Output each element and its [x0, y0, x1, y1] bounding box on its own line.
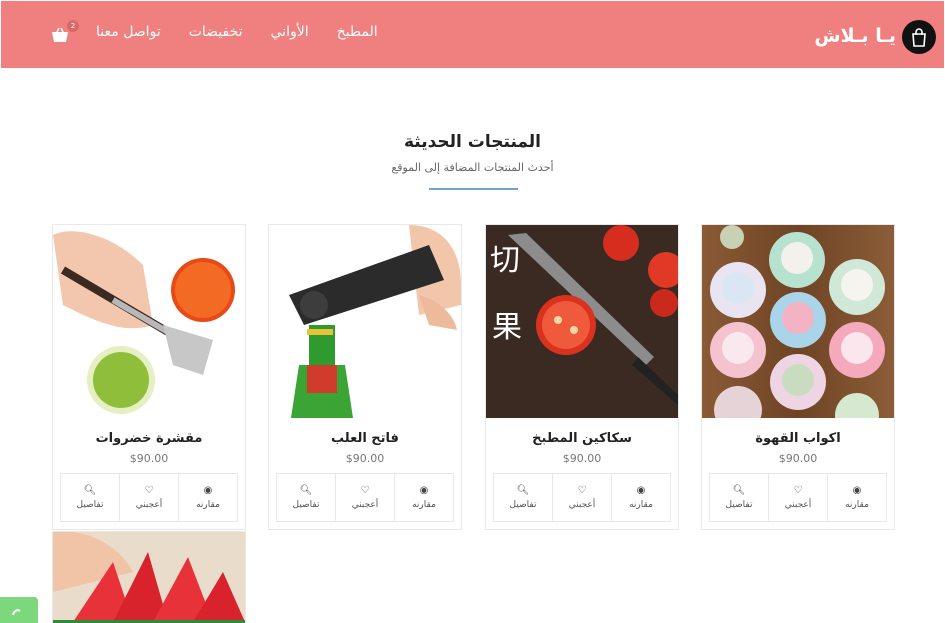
product-price: $90.00: [345, 452, 385, 465]
title-divider: [429, 188, 518, 190]
compare-label: مقارنه: [196, 499, 220, 510]
compare-button[interactable]: ◉ مقارنه: [394, 474, 453, 521]
product-image[interactable]: [269, 225, 461, 418]
product-price: $90.00: [778, 452, 818, 465]
shopping-bag-icon: [902, 20, 936, 54]
like-label: أعجبني: [135, 499, 163, 510]
nav-item-kitchen[interactable]: المطبخ: [337, 24, 378, 40]
product-card[interactable]: اكواب القهوة $90.00 🔍︎ تفاصيل ♡ أعجبني ◉…: [701, 224, 895, 530]
product-image[interactable]: [53, 532, 245, 623]
compare-button[interactable]: ◉ مقارنه: [611, 474, 670, 521]
heart-icon: ♡: [793, 484, 803, 496]
compare-button[interactable]: ◉ مقارنه: [827, 474, 886, 521]
details-button[interactable]: 🔍︎ تفاصيل: [710, 474, 768, 521]
section-subtitle: أحدث المنتجات المضافة إلى الموقع: [391, 161, 554, 174]
cart-count-badge: 2: [67, 20, 79, 32]
product-card[interactable]: مقشرة خضروات $90.00 🔍︎ تفاصيل ♡ أعجبني ◉…: [52, 224, 246, 530]
details-label: تفاصيل: [509, 499, 537, 510]
brand[interactable]: يـا بـلاش: [814, 19, 936, 54]
product-name[interactable]: مقشرة خضروات: [53, 431, 245, 446]
main-menu: المطبخ الأواني تخفيضات تواصل معنا: [96, 24, 378, 40]
product-card[interactable]: فاتح العلب $90.00 🔍︎ تفاصيل ♡ أعجبني ◉ م…: [268, 224, 462, 530]
details-button[interactable]: 🔍︎ تفاصيل: [494, 474, 552, 521]
like-label: أعجبني: [784, 499, 812, 510]
nav-item-discounts[interactable]: تخفيضات: [189, 24, 243, 40]
like-button[interactable]: ♡ أعجبني: [335, 474, 394, 521]
eye-icon: ◉: [203, 484, 213, 496]
compare-label: مقارنه: [412, 499, 436, 510]
product-actions: 🔍︎ تفاصيل ♡ أعجبني ◉ مقارنه: [276, 473, 454, 522]
heart-icon: ♡: [577, 484, 587, 496]
product-price: $90.00: [129, 452, 169, 465]
compare-label: مقارنه: [629, 499, 653, 510]
cart-icon[interactable]: [51, 27, 69, 43]
heart-icon: ♡: [144, 484, 154, 496]
product-actions: 🔍︎ تفاصيل ♡ أعجبني ◉ مقارنه: [493, 473, 671, 522]
top-navbar: يـا بـلاش المطبخ الأواني تخفيضات تواصل م…: [1, 1, 944, 68]
details-label: تفاصيل: [725, 499, 753, 510]
like-button[interactable]: ♡ أعجبني: [119, 474, 178, 521]
like-button[interactable]: ♡ أعجبني: [768, 474, 827, 521]
product-name[interactable]: سكاكين المطبخ: [486, 431, 678, 446]
product-price: $90.00: [562, 452, 602, 465]
product-name[interactable]: فاتح العلب: [269, 431, 461, 446]
details-button[interactable]: 🔍︎ تفاصيل: [61, 474, 119, 521]
heart-icon: ♡: [360, 484, 370, 496]
nav-item-utensils[interactable]: الأواني: [271, 24, 309, 40]
search-icon: 🔍︎: [83, 484, 97, 496]
eye-icon: ◉: [852, 484, 862, 496]
product-actions: 🔍︎ تفاصيل ♡ أعجبني ◉ مقارنه: [709, 473, 887, 522]
product-card-partial[interactable]: [52, 531, 246, 623]
section-title: المنتجات الحديثة: [403, 132, 542, 152]
search-icon: 🔍︎: [516, 484, 530, 496]
search-icon: 🔍︎: [299, 484, 313, 496]
eye-icon: ◉: [419, 484, 429, 496]
product-image[interactable]: [702, 225, 894, 418]
details-label: تفاصيل: [76, 499, 104, 510]
phone-icon: [12, 609, 21, 616]
nav-item-contact[interactable]: تواصل معنا: [96, 24, 161, 40]
like-button[interactable]: ♡ أعجبني: [552, 474, 611, 521]
compare-button[interactable]: ◉ مقارنه: [178, 474, 237, 521]
svg-text:果: 果: [492, 310, 522, 345]
like-label: أعجبني: [568, 499, 596, 510]
like-label: أعجبني: [351, 499, 379, 510]
product-card[interactable]: 切 果 سكاكين المطبخ $90.00 🔍︎ تفاصيل ♡ أعج…: [485, 224, 679, 530]
product-actions: 🔍︎ تفاصيل ♡ أعجبني ◉ مقارنه: [60, 473, 238, 522]
whatsapp-button[interactable]: [0, 597, 38, 623]
search-icon: 🔍︎: [732, 484, 746, 496]
compare-label: مقارنه: [845, 499, 869, 510]
product-image[interactable]: [53, 225, 245, 418]
details-button[interactable]: 🔍︎ تفاصيل: [277, 474, 335, 521]
eye-icon: ◉: [636, 484, 646, 496]
brand-name: يـا بـلاش: [814, 25, 896, 47]
details-label: تفاصيل: [292, 499, 320, 510]
product-image[interactable]: 切 果: [486, 225, 678, 418]
product-name[interactable]: اكواب القهوة: [702, 431, 894, 446]
svg-text:切: 切: [490, 243, 520, 278]
